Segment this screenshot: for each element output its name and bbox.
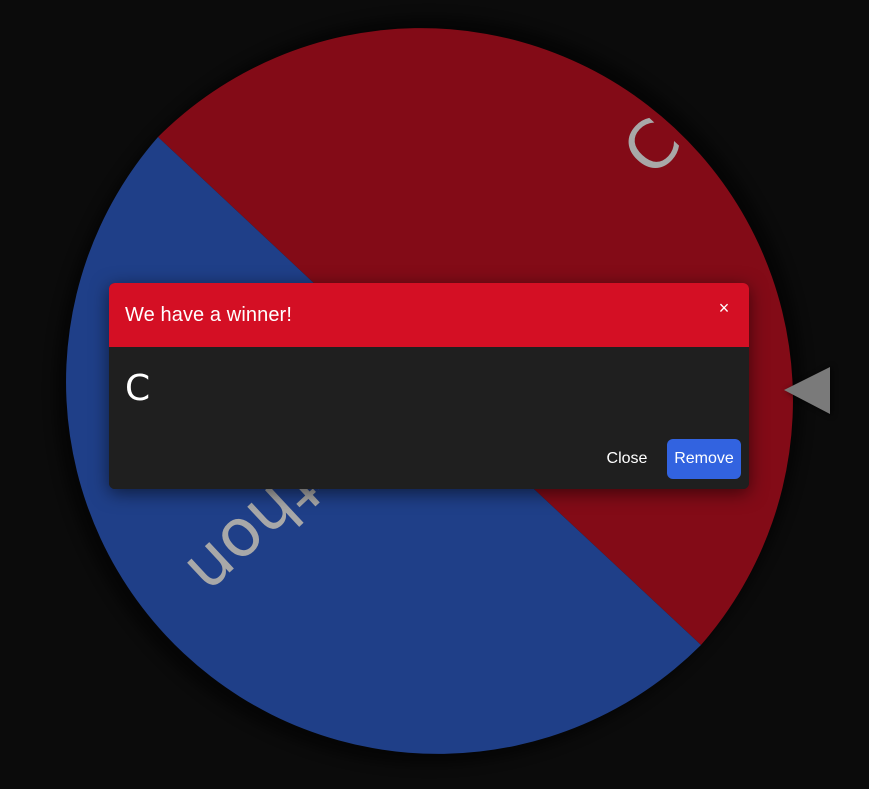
close-icon[interactable]: ×: [713, 297, 735, 319]
close-button[interactable]: Close: [597, 439, 657, 479]
wheel-stage: C Python We have a winner! × C Close Rem…: [0, 0, 869, 789]
winner-dialog: We have a winner! × C Close Remove: [109, 283, 749, 489]
dialog-header: We have a winner! ×: [109, 283, 749, 347]
winner-name: C: [125, 368, 151, 409]
dialog-body: C Close Remove: [109, 347, 749, 489]
remove-button[interactable]: Remove: [667, 439, 741, 479]
dialog-title: We have a winner!: [125, 304, 292, 326]
